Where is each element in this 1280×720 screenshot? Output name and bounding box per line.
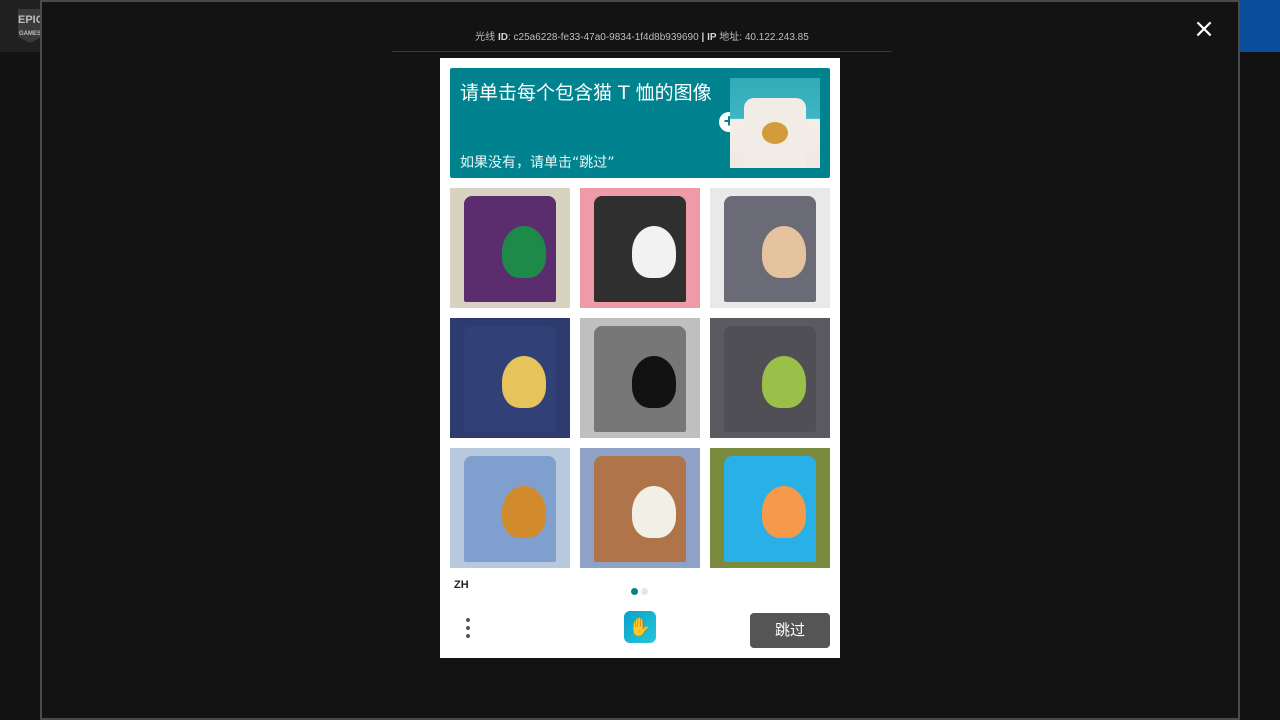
tshirt-shape: [724, 196, 816, 302]
tshirt-print: [502, 356, 546, 408]
tile-dog-blue[interactable]: [450, 448, 570, 568]
ip-suffix: 地址: [719, 32, 740, 43]
separator: |: [701, 32, 705, 43]
id-label: ID: [497, 32, 508, 43]
page-dot-active: [631, 588, 638, 595]
tshirt-print: [762, 486, 806, 538]
tshirt-print: [762, 226, 806, 278]
hcaptcha-challenge: 请单击每个包含猫 T 恤的图像 如果没有，请单击“跳过” + ZH ✋ 跳过: [440, 58, 840, 658]
topbar-accent-button[interactable]: [1238, 0, 1280, 52]
tshirt-shape: [464, 196, 556, 302]
example-shirt: [744, 98, 806, 168]
challenge-banner: 请单击每个包含猫 T 恤的图像 如果没有，请单击“跳过” +: [450, 68, 830, 178]
tshirt-print: [632, 356, 676, 408]
tshirt-shape: [724, 326, 816, 432]
challenge-prompt: 请单击每个包含猫 T 恤的图像: [460, 82, 712, 104]
more-options-icon[interactable]: [458, 614, 478, 644]
tshirt-shape: [464, 326, 556, 432]
tshirt-shape: [594, 456, 686, 562]
tshirt-shape: [464, 456, 556, 562]
epic-games-logo[interactable]: EPIC GAMES: [18, 9, 42, 43]
skip-button[interactable]: 跳过: [750, 613, 830, 648]
hcaptcha-logo[interactable]: ✋: [624, 611, 656, 643]
tile-cat-gray[interactable]: [710, 188, 830, 308]
tile-bat-colorful[interactable]: [450, 188, 570, 308]
tile-otter-swirl[interactable]: [580, 318, 700, 438]
tshirt-shape: [594, 326, 686, 432]
language-selector[interactable]: ZH: [454, 579, 469, 591]
ip-label: IP: [707, 32, 717, 43]
tshirt-print: [502, 226, 546, 278]
tshirt-print: [502, 486, 546, 538]
tshirt-print: [762, 356, 806, 408]
tshirt-shape: [594, 196, 686, 302]
id-value: c25a6228-fe33-47a0-9834-1f4d8b939690: [513, 32, 699, 43]
image-grid: [450, 188, 830, 568]
tile-cat-navy[interactable]: [450, 318, 570, 438]
page-dots: [631, 582, 651, 600]
tile-bat-gray[interactable]: [710, 318, 830, 438]
ip-value: 40.122.243.85: [744, 32, 809, 43]
ray-id-line: 光线 ID: c25a6228-fe33-47a0-9834-1f4d8b939…: [475, 32, 809, 43]
example-image: [730, 78, 820, 168]
tile-cat-pink-black[interactable]: [580, 188, 700, 308]
tshirt-print: [632, 486, 676, 538]
challenge-hint: 如果没有，请单击“跳过”: [460, 155, 615, 171]
divider: [392, 51, 892, 52]
tshirt-print: [632, 226, 676, 278]
page-dot: [641, 588, 648, 595]
tshirt-shape: [724, 456, 816, 562]
close-icon[interactable]: ×: [1192, 16, 1216, 42]
id-prefix: 光线: [475, 32, 496, 43]
tile-cat-brown[interactable]: [580, 448, 700, 568]
tile-cat-cyan[interactable]: [710, 448, 830, 568]
logo-subtext: GAMES: [18, 31, 41, 37]
